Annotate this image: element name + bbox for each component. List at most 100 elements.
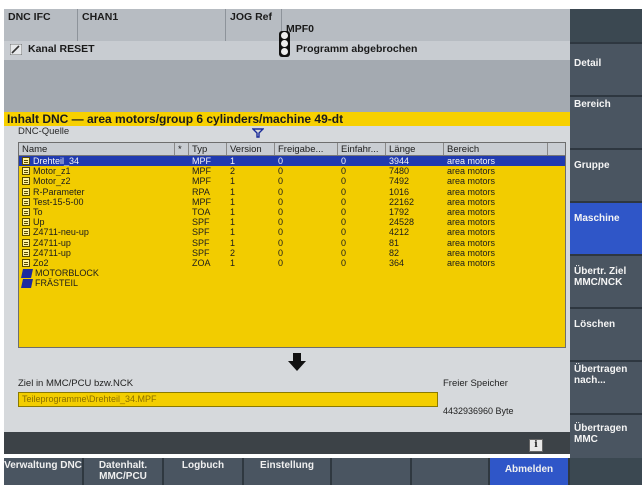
column-runin[interactable]: Einfahr... — [338, 143, 386, 155]
table-body: Drehteil_34 MPF 1 0 0 3944 area motors Motor_z1… — [19, 156, 565, 288]
column-length[interactable]: Länge — [386, 143, 444, 155]
cell-version — [227, 278, 275, 288]
cell-einf — [338, 268, 386, 278]
cell-name-text: FRÄSTEIL — [35, 278, 79, 289]
cell-frei: 0 — [278, 227, 284, 238]
cell-typ — [189, 268, 227, 278]
softkey-uebertragen-nach[interactable]: Übertragen nach... — [570, 360, 642, 413]
softkey-logbuch[interactable]: Logbuch — [164, 458, 244, 485]
cell-name: Z4711-neu-up — [19, 227, 175, 237]
file-icon — [22, 187, 30, 196]
status-bar: Kanal RESET Programm abgebrochen — [4, 31, 570, 60]
cell-version: 1 — [230, 206, 236, 217]
cell-version: 1 — [230, 196, 236, 207]
softkey-uebertr-ziel-label: Übertr. Ziel MMC/NCK — [574, 266, 627, 288]
cell-name: To — [19, 207, 175, 217]
file-icon — [22, 258, 30, 267]
file-icon — [22, 197, 30, 206]
cell-frei — [275, 278, 338, 288]
cell-flag — [175, 248, 189, 258]
softkey-bereich[interactable]: Bereich — [570, 95, 642, 148]
cell-len: 1016 — [389, 186, 410, 197]
cell-name: FRÄSTEIL — [19, 278, 175, 288]
cell-len: 81 — [389, 237, 400, 248]
cell-len: 7492 — [389, 176, 410, 187]
table-row[interactable]: Test-15-5-00 MPF 1 0 0 22162 area motors — [19, 197, 565, 207]
file-icon — [22, 167, 30, 176]
column-area[interactable]: Bereich — [444, 143, 548, 155]
cell-name-text: Motor_z2 — [33, 176, 71, 187]
cell-frei: 0 — [278, 237, 284, 248]
cell-einf: 0 — [341, 227, 347, 238]
table-row[interactable]: Z4711-neu-up SPF 1 0 0 4212 area motors — [19, 227, 565, 237]
table-row[interactable]: Zo2 ZOA 1 0 0 364 area motors — [19, 258, 565, 268]
table-row[interactable]: Drehteil_34 MPF 1 0 0 3944 area motors — [19, 156, 565, 167]
table-header: Name * Typ Version Freigabe... Einfahr..… — [19, 143, 565, 156]
cell-bereich — [444, 278, 548, 288]
cell-name: Drehteil_34 — [19, 156, 175, 166]
table-row[interactable]: FRÄSTEIL — [19, 278, 565, 288]
softkey-empty-2[interactable] — [412, 458, 490, 485]
column-flag[interactable]: * — [175, 143, 189, 155]
table-row[interactable]: Z4711-up SPF 2 0 0 82 area motors — [19, 248, 565, 258]
softkey-datenhaltung[interactable]: Datenhalt. MMC/PCU — [84, 458, 164, 485]
softkey-maschine[interactable]: Maschine — [570, 201, 642, 254]
softkey-gruppe[interactable]: Gruppe — [570, 148, 642, 201]
softkey-uebertr-ziel[interactable]: Übertr. Ziel MMC/NCK — [570, 254, 642, 307]
page-title: Inhalt DNC — area motors/group 6 cylinde… — [4, 112, 570, 126]
softkey-footer-blank — [570, 458, 642, 485]
table-row[interactable]: Motor_z2 MPF 1 0 0 7492 area motors — [19, 176, 565, 186]
cell-bereich: area motors — [447, 166, 496, 177]
cell-len: 1792 — [389, 206, 410, 217]
cell-einf: 0 — [341, 196, 347, 207]
dnc-screen: DNC IFC CHAN1 JOG Ref MPF0 Kanal RESET P… — [0, 0, 642, 485]
cell-name: Motor_z1 — [19, 166, 175, 176]
softkey-loeschen[interactable]: Löschen — [570, 307, 642, 360]
table-row[interactable]: Z4711-up SPF 1 0 0 81 area motors — [19, 238, 565, 248]
table-row[interactable]: R-Parameter RPA 1 0 0 1016 area motors — [19, 187, 565, 197]
cell-version: 1 — [230, 217, 236, 228]
program-table: Name * Typ Version Freigabe... Einfahr..… — [18, 142, 566, 348]
cell-flag — [175, 207, 189, 217]
column-version[interactable]: Version — [227, 143, 275, 155]
softkey-abmelden[interactable]: Abmelden — [490, 458, 570, 485]
table-row[interactable]: Motor_z1 MPF 2 0 0 7480 area motors — [19, 166, 565, 176]
softkey-verwaltung-dnc[interactable]: Verwaltung DNC — [4, 458, 84, 485]
status-light-icon — [279, 31, 290, 57]
softkey-gruppe-label: Gruppe — [574, 160, 610, 171]
free-memory-label: Freier Speicher — [443, 378, 508, 389]
table-row[interactable]: MOTORBLOCK — [19, 268, 565, 278]
cell-name-text: Z4711-neu-up — [33, 227, 89, 238]
cell-einf: 0 — [341, 247, 347, 258]
cell-name: Z4711-up — [19, 248, 175, 258]
folder-icon — [21, 278, 33, 288]
softkey-empty-1[interactable] — [332, 458, 412, 485]
target-path-field[interactable]: Teileprogramme\Drehteil_34.MPF — [18, 392, 438, 407]
cell-einf — [338, 278, 386, 288]
softkey-einstellung[interactable]: Einstellung — [244, 458, 332, 485]
table-row[interactable]: To TOA 1 0 0 1792 area motors — [19, 207, 565, 217]
table-row[interactable]: Up SPF 1 0 0 24528 area motors — [19, 217, 565, 227]
softkey-uebertragen-mmc[interactable]: Übertragen MMC — [570, 413, 642, 458]
cell-frei: 0 — [278, 257, 284, 268]
cell-flag — [175, 238, 189, 248]
cell-typ: TOA — [192, 206, 211, 217]
cell-version: 1 — [230, 176, 236, 187]
cell-bereich: area motors — [447, 196, 496, 207]
cell-len: 82 — [389, 247, 400, 258]
cell-name-text: Z4711-up — [33, 247, 71, 258]
column-type[interactable]: Typ — [189, 143, 227, 155]
softkey-loeschen-label: Löschen — [574, 319, 616, 330]
column-release[interactable]: Freigabe... — [275, 143, 338, 155]
header-channel: CHAN1 — [78, 9, 226, 41]
column-name[interactable]: Name — [19, 143, 175, 155]
free-memory-value: 4432936960 Byte — [443, 406, 514, 416]
info-icon[interactable]: i — [529, 439, 543, 452]
cell-name: Up — [19, 217, 175, 227]
softkey-bereich-label: Bereich — [574, 99, 611, 110]
cell-name-text: To — [33, 206, 43, 217]
softkey-detail[interactable]: Detail — [570, 42, 642, 95]
filter-icon[interactable] — [252, 128, 264, 138]
cell-bereich: area motors — [447, 186, 496, 197]
softkey-uebertragen-mmc-label: Übertragen MMC — [574, 423, 628, 445]
